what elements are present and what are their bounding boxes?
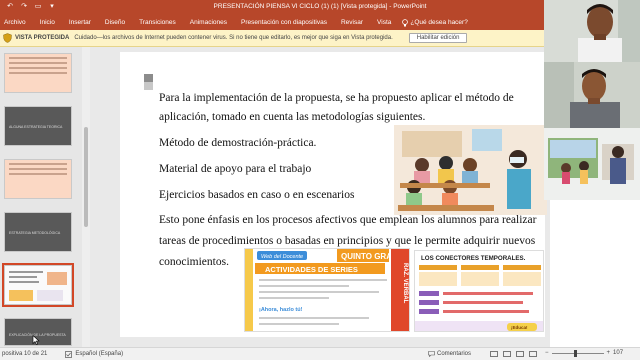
slide-thumbnail[interactable]: ALGUNA ESTRATEGIA TEORICA	[4, 106, 72, 146]
slide-thumbnails-pane: ALGUNA ESTRATEGIA TEORICA ESTRATEGIA MET…	[0, 47, 82, 347]
normal-view-icon[interactable]	[490, 351, 498, 357]
zoom-slider-knob[interactable]	[573, 349, 577, 357]
protected-view-bar: VISTA PROTEGIDA Cuidado—los archivos de …	[0, 30, 544, 47]
slideshow-view-icon[interactable]	[529, 351, 537, 357]
worksheet-connectors-image: LOS CONECTORES TEMPORALES. ¡Educa!	[414, 250, 544, 332]
tell-me-box[interactable]: ¿Qué desea hacer?	[402, 18, 468, 27]
thumbnails-scrollbar[interactable]	[82, 47, 90, 347]
protected-view-title: VISTA PROTEGIDA	[15, 35, 70, 41]
slide-text-line: aplicación, tomado en cuenta las metodol…	[159, 111, 426, 123]
decorative-square	[144, 82, 153, 90]
webcam-participant-2	[544, 62, 640, 128]
slide-thumbnail[interactable]	[4, 53, 72, 93]
slide-thumbnail-preview	[9, 271, 67, 301]
language-label: Español (España)	[75, 351, 124, 357]
tab-insertar[interactable]: Insertar	[62, 19, 98, 26]
slide-text-line: tareas de procedimientos o basadas en pr…	[159, 235, 536, 247]
protected-view-message: Cuidado—los archivos de Internet pueden …	[74, 35, 393, 41]
slide-thumbnail[interactable]	[4, 159, 72, 199]
enable-editing-button[interactable]: Habilitar edición	[408, 33, 468, 43]
slide-counter: positiva 10 de 21	[2, 351, 48, 357]
tab-presentacion[interactable]: Presentación con diapositivas	[234, 19, 334, 26]
status-bar: positiva 10 de 21 Español (España) Comen…	[0, 347, 640, 360]
tell-me-text: ¿Qué desea hacer?	[410, 19, 468, 26]
tab-revisar[interactable]: Revisar	[334, 19, 370, 26]
slide-thumbnail[interactable]: ESTRATEGIA METODOLÓGICA	[4, 212, 72, 252]
scrollbar-thumb[interactable]	[84, 127, 88, 227]
zoom-level[interactable]: 107	[613, 350, 623, 356]
mouse-cursor-icon	[32, 335, 40, 345]
slide-text-line: Método de demostración-práctica.	[159, 137, 317, 149]
slide-text-line: Esto pone énfasis en los procesos afecti…	[159, 214, 537, 226]
webcam-participant-1	[544, 0, 640, 62]
comments-icon	[428, 351, 435, 357]
worksheet-subheading: ¡Ahora, hazlo tú!	[259, 307, 303, 313]
comments-label: Comentarios	[437, 351, 472, 357]
worksheet2-title: LOS CONECTORES TEMPORALES.	[421, 255, 526, 262]
zoom-out-icon[interactable]: −	[545, 350, 549, 356]
decorative-square	[144, 74, 153, 82]
current-slide[interactable]: Para la implementación de la propuesta, …	[120, 52, 547, 337]
comments-button[interactable]: Comentarios	[428, 351, 471, 357]
shield-icon	[3, 33, 12, 43]
tab-transiciones[interactable]: Transiciones	[132, 19, 183, 26]
tab-diseno[interactable]: Diseño	[98, 19, 132, 26]
worksheet-title: ACTIVIDADES DE SERIES	[265, 265, 358, 274]
reading-view-icon[interactable]	[516, 351, 524, 357]
tab-vista[interactable]: Vista	[370, 19, 398, 26]
worksheet-site-label: Web del Docente	[261, 254, 303, 260]
worksheet2-footer: ¡Educa!	[511, 325, 528, 330]
lightbulb-icon	[402, 18, 409, 26]
view-buttons	[490, 351, 537, 357]
language-indicator[interactable]: Español (España)	[65, 350, 124, 358]
slide-text-line: Ejercicios basados en caso o en escenari…	[159, 189, 355, 201]
zoom-control: − + 107	[545, 349, 623, 357]
worksheet-side-label: RAZ. VERBAL	[402, 263, 408, 304]
slide-thumbnail-selected[interactable]	[2, 263, 74, 307]
tab-animaciones[interactable]: Animaciones	[183, 19, 234, 26]
webcam-participant-3	[544, 128, 640, 200]
powerpoint-window: ↶ ↷ ▭ ▾ PRESENTACIÓN PIENSA VI CICLO (1)…	[0, 0, 640, 360]
slide-text-line: Para la implementación de la propuesta, …	[159, 92, 514, 104]
slide-text-line: Material de apoyo para el trabajo	[159, 163, 312, 175]
zoom-in-icon[interactable]: +	[607, 350, 611, 356]
slide-text-line: conocimientos.	[159, 256, 229, 268]
tab-inicio[interactable]: Inicio	[33, 19, 62, 26]
zoom-slider[interactable]	[551, 349, 604, 357]
slide-sorter-view-icon[interactable]	[503, 351, 511, 357]
worksheet-series-image: Web del Docente QUINTO GRADO ACTIVIDADES…	[244, 248, 410, 332]
tab-archivo[interactable]: Archivo	[0, 19, 33, 26]
classroom-illustration	[394, 125, 547, 215]
spellcheck-icon	[65, 350, 73, 358]
